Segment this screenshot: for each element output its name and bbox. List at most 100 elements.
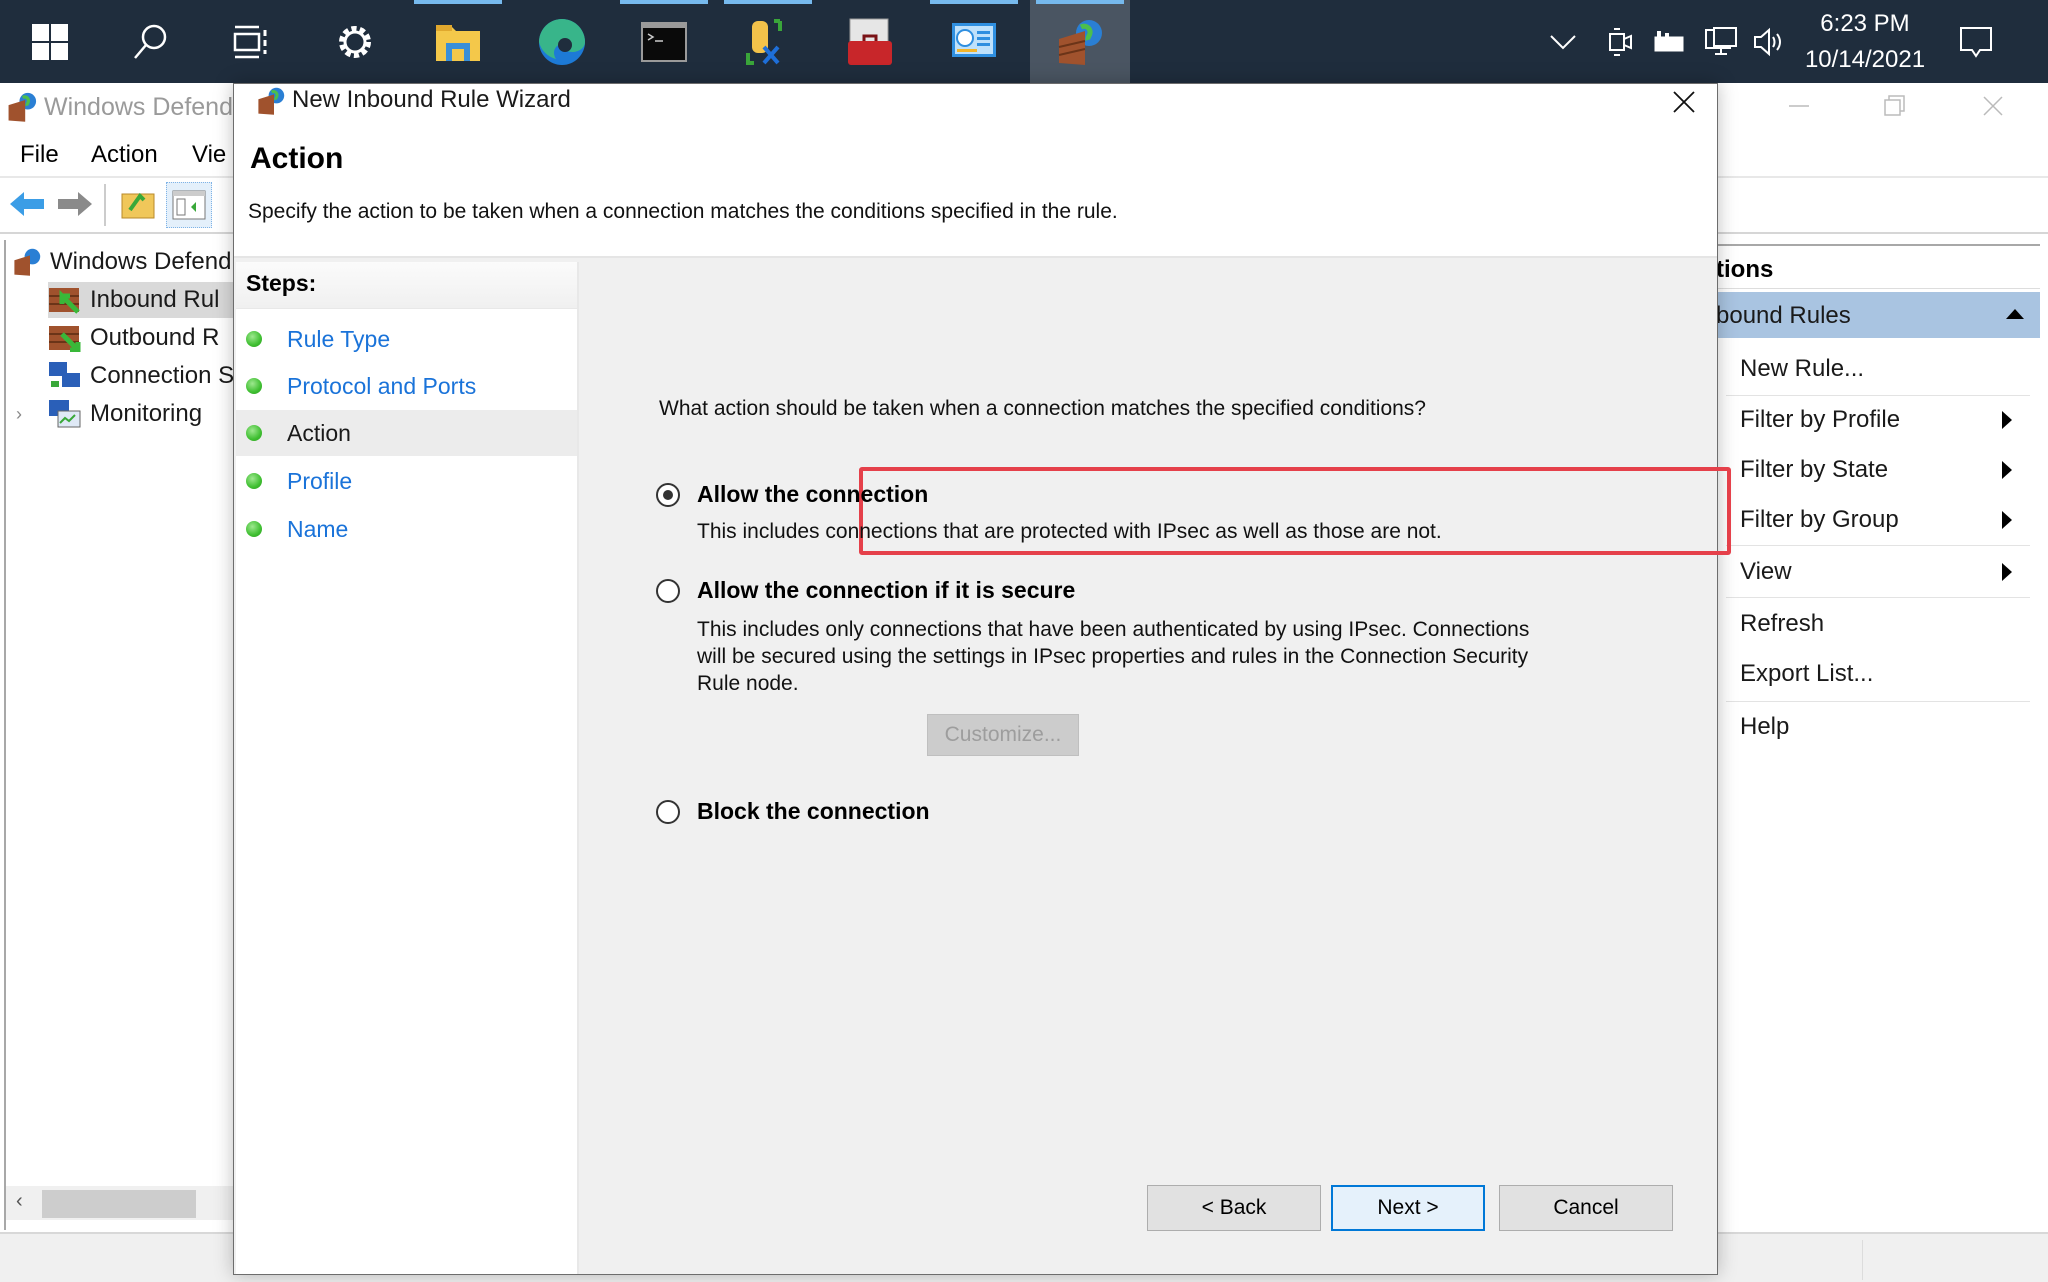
tree-item-connection-security[interactable]: Connection S xyxy=(48,358,234,394)
menu-action[interactable]: Action xyxy=(91,141,158,169)
step-rule-type[interactable]: Rule Type xyxy=(236,316,577,362)
file-explorer-button[interactable] xyxy=(408,0,508,83)
firewall-button[interactable] xyxy=(1030,0,1130,83)
search-icon xyxy=(134,24,167,59)
control-panel-button[interactable] xyxy=(924,0,1024,83)
tree-item-monitoring[interactable]: › Monitoring xyxy=(16,396,202,432)
back-button[interactable]: < Back xyxy=(1147,1185,1321,1231)
steps-panel: Steps: Rule Type Protocol and Ports Acti… xyxy=(236,262,579,1274)
option-allow-connection-label[interactable]: Allow the connection xyxy=(697,481,928,508)
monitoring-icon xyxy=(49,400,81,428)
tree-item-inbound-rules[interactable]: Inbound Rul xyxy=(48,282,234,318)
step-label: Name xyxy=(287,515,349,542)
tree-item-label: Outbound R xyxy=(90,324,220,351)
terminal-button[interactable] xyxy=(614,0,714,83)
forward-nav-button[interactable] xyxy=(56,186,96,224)
firewall-icon xyxy=(258,87,285,115)
submenu-arrow-icon xyxy=(2002,511,2012,529)
console-tree-icon xyxy=(172,190,206,220)
next-button[interactable]: Next > xyxy=(1331,1185,1485,1231)
step-pending-icon xyxy=(246,473,262,489)
admin-tool-button[interactable] xyxy=(718,0,818,83)
tree-item-label: Monitoring xyxy=(90,400,203,427)
action-label: Help xyxy=(1740,713,1790,740)
volume-button[interactable] xyxy=(1752,0,1788,83)
step-complete-icon xyxy=(246,378,262,394)
action-separator xyxy=(1726,701,2030,702)
action-new-rule[interactable]: New Rule... xyxy=(1740,346,2030,392)
action-filter-by-state[interactable]: Filter by State xyxy=(1740,447,2030,493)
step-name[interactable]: Name xyxy=(236,506,577,552)
step-profile[interactable]: Profile xyxy=(236,458,577,504)
radio-allow-connection[interactable] xyxy=(656,483,680,507)
clock[interactable]: 6:23 PM 10/14/2021 xyxy=(1790,6,1940,78)
radio-allow-if-secure[interactable] xyxy=(656,579,680,603)
firewall-icon xyxy=(8,92,37,122)
option-allow-if-secure-description-line2: will be secured using the settings in IP… xyxy=(697,645,1529,668)
action-export-list[interactable]: Export List... xyxy=(1740,651,2030,697)
action-center-button[interactable] xyxy=(1958,0,2004,83)
tree-item-label: Inbound Rul xyxy=(90,286,220,313)
tree-item-outbound-rules[interactable]: Outbound R xyxy=(48,320,219,356)
folder-up-icon xyxy=(121,192,155,219)
close-window-button[interactable] xyxy=(1964,83,2022,129)
toolbox-button[interactable] xyxy=(820,0,920,83)
action-filter-by-group[interactable]: Filter by Group xyxy=(1740,497,2030,543)
firewall-icon xyxy=(1058,19,1102,65)
option-block-connection-label[interactable]: Block the connection xyxy=(697,798,930,825)
action-filter-by-profile[interactable]: Filter by Profile xyxy=(1740,397,2030,443)
submenu-arrow-icon xyxy=(2002,411,2012,429)
restore-button[interactable] xyxy=(1866,83,1924,129)
up-folder-button[interactable] xyxy=(120,186,160,224)
close-icon xyxy=(1983,96,2003,116)
start-button[interactable] xyxy=(0,0,100,83)
step-label: Rule Type xyxy=(287,325,391,352)
steps-title: Steps: xyxy=(246,270,317,296)
action-question: What action should be taken when a conne… xyxy=(659,397,1426,420)
settings-button[interactable] xyxy=(305,0,405,83)
page-subtitle: Specify the action to be taken when a co… xyxy=(248,200,1118,223)
edge-button[interactable] xyxy=(512,0,612,83)
step-action[interactable]: Action xyxy=(236,410,577,456)
scrollbar-thumb[interactable] xyxy=(42,1190,196,1218)
inbound-rules-icon xyxy=(49,288,80,314)
step-label: Action xyxy=(287,419,351,446)
meet-now-button[interactable] xyxy=(1606,0,1640,83)
back-nav-button[interactable] xyxy=(8,186,48,224)
menu-view[interactable]: Vie xyxy=(192,141,226,169)
actions-divider xyxy=(1716,244,2040,246)
terminal-icon xyxy=(641,21,687,62)
restore-icon xyxy=(1884,95,1905,116)
action-view[interactable]: View xyxy=(1740,549,2030,595)
customize-button[interactable]: Customize... xyxy=(927,714,1079,756)
step-protocol-and-ports[interactable]: Protocol and Ports xyxy=(236,363,577,409)
action-refresh[interactable]: Refresh xyxy=(1740,601,2030,647)
radio-block-connection[interactable] xyxy=(656,800,680,824)
menu-file[interactable]: File xyxy=(20,141,59,169)
actions-pane: tions bound Rules New Rule... Filter by … xyxy=(1716,240,2040,1230)
toolbar-separator xyxy=(104,184,106,226)
battery-button[interactable] xyxy=(1652,0,1688,83)
arrow-right-icon xyxy=(58,192,92,216)
actions-section-inbound-rules[interactable]: bound Rules xyxy=(1716,292,2040,338)
network-button[interactable] xyxy=(1704,0,1740,83)
task-view-button[interactable] xyxy=(200,0,300,83)
minimize-button[interactable] xyxy=(1770,83,1828,129)
network-icon xyxy=(1705,26,1737,55)
dialog-close-button[interactable] xyxy=(1654,84,1714,120)
action-label: Filter by Group xyxy=(1740,506,1899,533)
action-label: Filter by Profile xyxy=(1740,406,1901,433)
folder-icon xyxy=(436,24,480,61)
cancel-button[interactable]: Cancel xyxy=(1499,1185,1673,1231)
expand-chevron-icon[interactable]: › xyxy=(16,404,48,425)
scroll-left-icon[interactable]: ‹ xyxy=(16,1190,23,1213)
action-help[interactable]: Help xyxy=(1740,704,2030,750)
actions-header-label: tions xyxy=(1716,256,1774,283)
tree-item-firewall-root[interactable]: Windows Defend xyxy=(12,244,231,280)
tree-horizontal-scrollbar[interactable]: ‹ xyxy=(6,1186,234,1220)
step-pending-icon xyxy=(246,521,262,537)
show-hidden-icons-button[interactable] xyxy=(1548,0,1588,83)
show-hide-console-tree-button[interactable] xyxy=(166,182,212,228)
search-button[interactable] xyxy=(100,0,200,83)
option-allow-if-secure-label[interactable]: Allow the connection if it is secure xyxy=(697,577,1075,604)
